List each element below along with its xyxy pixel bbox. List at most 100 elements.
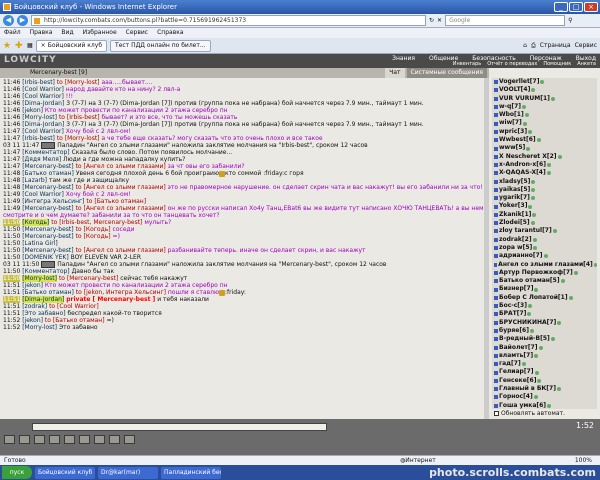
online-user[interactable]: Ангел со злыми глазами[4] xyxy=(492,261,597,269)
online-user-name[interactable]: В-редный-В[5] xyxy=(499,335,550,343)
info-icon[interactable] xyxy=(526,146,531,151)
start-button[interactable]: пуск xyxy=(2,466,32,479)
info-icon[interactable] xyxy=(573,270,578,275)
message-author[interactable]: [Morry-lost] xyxy=(22,275,58,282)
message-author[interactable]: [Cool Warrior] xyxy=(22,93,64,100)
message-author[interactable]: [Irbis-best] xyxy=(22,135,55,142)
message-author[interactable]: [Комментатор] xyxy=(22,268,69,275)
info-icon[interactable] xyxy=(560,279,565,284)
message-recipient[interactable]: to [Когодь] xyxy=(76,226,111,233)
message-author[interactable]: [Mercenary-best] xyxy=(22,163,73,170)
message-author[interactable]: [zodrak] xyxy=(22,303,47,310)
online-user[interactable]: Zlodei[5] xyxy=(492,219,597,227)
message-recipient[interactable]: to [Батько отаман] xyxy=(45,317,105,324)
online-user-name[interactable]: Бизнер[7] xyxy=(499,285,533,293)
smiles-button[interactable] xyxy=(34,435,45,444)
online-user-name[interactable]: Wwbest[6] xyxy=(499,136,536,144)
private-message-icon[interactable] xyxy=(494,154,498,159)
nav-inventory[interactable]: Инвентарь xyxy=(453,61,481,67)
message-author[interactable]: [Morry-lost] xyxy=(22,324,57,331)
message-author[interactable]: [Cool Warrior] xyxy=(22,86,64,93)
online-user-name[interactable]: VOOLT[4] xyxy=(499,86,530,94)
translit-button[interactable] xyxy=(109,435,120,444)
private-message-icon[interactable] xyxy=(494,362,498,367)
task-drkar[interactable]: Dr@kar(mar) xyxy=(98,466,158,479)
tab-chat[interactable]: Чат xyxy=(385,68,405,78)
info-icon[interactable] xyxy=(521,362,526,367)
private-message-icon[interactable] xyxy=(494,295,498,300)
online-user[interactable]: Бобер С Лопатой[1] xyxy=(492,294,597,302)
message-recipient[interactable]: to [Morry-lost] xyxy=(57,79,100,86)
info-icon[interactable] xyxy=(552,229,557,234)
back-icon[interactable]: ◀ xyxy=(3,15,14,26)
online-user[interactable]: Wwbest[6] xyxy=(492,136,597,144)
tab-close-icon[interactable]: × xyxy=(41,41,46,51)
message-recipient[interactable]: private [ Mercenary-best ] xyxy=(66,296,155,303)
online-user-name[interactable]: wiw[7] xyxy=(499,119,522,127)
online-user[interactable]: Бос-с[3] xyxy=(492,302,597,310)
info-icon[interactable] xyxy=(522,121,527,126)
online-user-name[interactable]: VUR VURUM[1] xyxy=(499,95,550,103)
online-user-name[interactable]: xladsy[5] xyxy=(499,178,530,186)
print-icon[interactable]: ⎙ xyxy=(531,42,536,50)
online-user-name[interactable]: www[5] xyxy=(499,144,525,152)
message-recipient[interactable]: to [Irbis-best, Mercenary-best] xyxy=(51,219,142,226)
online-user[interactable]: В-редный-В[5] xyxy=(492,335,597,343)
info-icon[interactable] xyxy=(527,312,532,317)
online-user[interactable]: x-Andron-x[6] xyxy=(492,161,597,169)
online-user[interactable]: Zkanik[1] xyxy=(492,211,597,219)
tab-system-messages[interactable]: Системные сообщения xyxy=(406,68,487,78)
chat-scrollbar[interactable] xyxy=(484,78,489,419)
private-message-icon[interactable] xyxy=(494,320,498,325)
private-message-icon[interactable] xyxy=(494,287,498,292)
info-icon[interactable] xyxy=(528,129,533,134)
info-icon[interactable] xyxy=(568,295,573,300)
private-message-icon[interactable] xyxy=(494,105,498,110)
menu-view[interactable]: Вид xyxy=(61,28,73,38)
private-message-icon[interactable] xyxy=(494,304,498,309)
online-user-name[interactable]: zopa w[5] xyxy=(499,244,532,252)
online-user-name[interactable]: w-q[7] xyxy=(499,103,521,111)
message-recipient[interactable]: to [Mercenary-best] xyxy=(59,275,118,282)
tab-grid-icon[interactable]: ▦ xyxy=(27,42,33,49)
online-user-name[interactable]: X Nescheret X[2] xyxy=(499,153,557,161)
online-user[interactable]: VUR VURUM[1] xyxy=(492,95,597,103)
message-author[interactable]: [Mercenary-best] xyxy=(22,233,73,240)
task-combats[interactable]: Бойцовский клуб xyxy=(35,466,95,479)
message-recipient[interactable]: to [Ангел со злыми глазами] xyxy=(76,247,166,254)
private-message-icon[interactable] xyxy=(494,329,498,334)
online-user-name[interactable]: Zkanik[1] xyxy=(499,211,531,219)
online-user[interactable]: Yoker[3] xyxy=(492,202,597,210)
online-user-name[interactable]: БРУСНИКИНА[7] xyxy=(499,319,556,327)
private-message-icon[interactable] xyxy=(494,337,498,342)
private-message-icon[interactable] xyxy=(494,138,498,143)
info-icon[interactable] xyxy=(557,320,562,325)
private-message-icon[interactable] xyxy=(494,279,498,284)
nav-knowledge[interactable]: Знания xyxy=(392,55,415,62)
search-icon[interactable]: ⚲ xyxy=(568,17,572,24)
close-button[interactable]: × xyxy=(584,2,598,12)
online-user-name[interactable]: Ангел со злыми глазами[4] xyxy=(498,261,593,269)
sound-button[interactable] xyxy=(94,435,105,444)
exit-chat-button[interactable] xyxy=(124,435,135,444)
online-user-name[interactable]: Батько отаман[5] xyxy=(499,277,560,285)
nav-transfers[interactable]: Отчёт о переводах xyxy=(487,61,537,67)
private-message-icon[interactable] xyxy=(494,246,498,251)
info-icon[interactable] xyxy=(522,105,526,110)
private-message-icon[interactable] xyxy=(494,129,498,134)
message-author[interactable]: [Это забавно] xyxy=(22,310,65,317)
private-message-icon[interactable] xyxy=(494,212,498,217)
online-user[interactable]: Артур Первожкоф[7] xyxy=(492,269,597,277)
message-author[interactable]: [Интегра Хельсинг] xyxy=(22,198,84,205)
private-message-icon[interactable] xyxy=(494,370,498,375)
online-user[interactable]: Wbo[1] xyxy=(492,111,597,119)
online-user-name[interactable]: yaikas[5] xyxy=(499,186,530,194)
message-recipient[interactable]: to [Ангел со злыми глазами] xyxy=(76,163,166,170)
private-message-icon[interactable] xyxy=(494,345,498,350)
info-icon[interactable] xyxy=(531,88,536,93)
info-icon[interactable] xyxy=(532,237,537,242)
online-user[interactable]: www[5] xyxy=(492,144,597,152)
online-user[interactable]: VOOLT[4] xyxy=(492,86,597,94)
message-recipient[interactable]: to [Cool Warrior] xyxy=(49,303,99,310)
info-icon[interactable] xyxy=(556,387,561,392)
